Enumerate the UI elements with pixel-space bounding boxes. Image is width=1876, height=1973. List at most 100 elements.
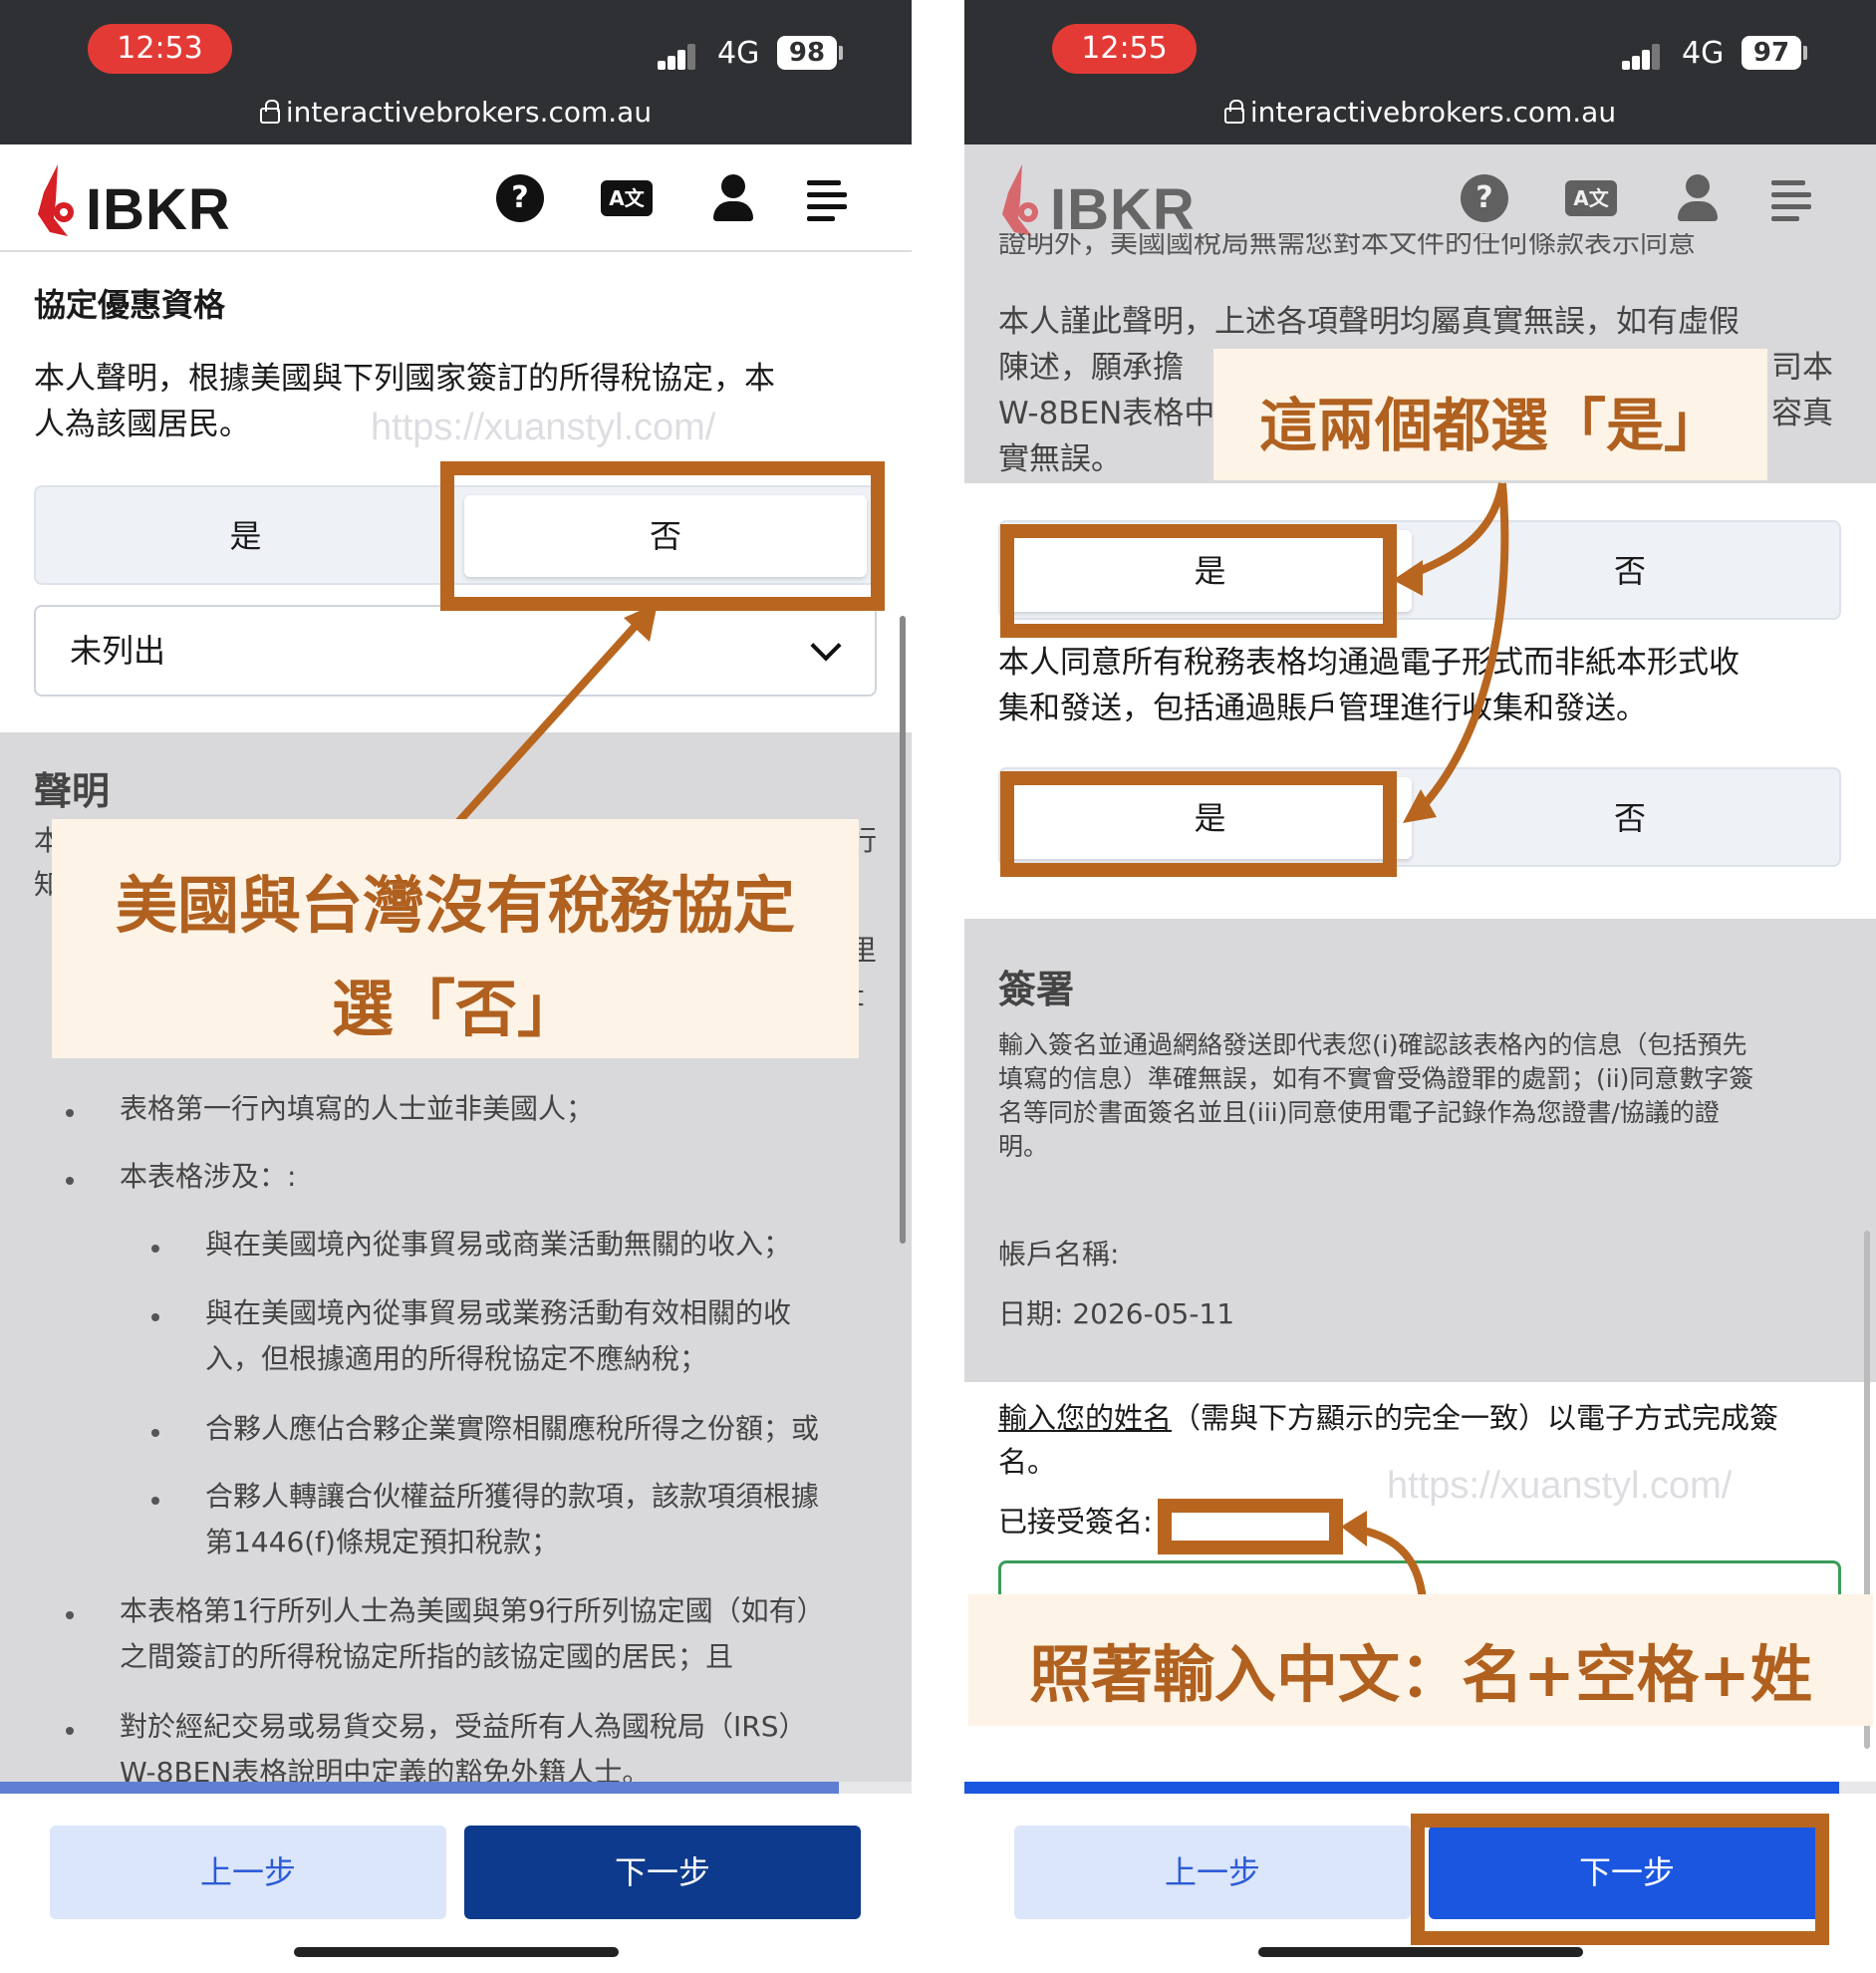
status-bar: 12:55 4G 97 interactivebrokers.com.au [964,0,1876,144]
arrow-icon [455,603,658,825]
arrow-icon [1393,482,1509,823]
treaty-yes-button[interactable]: 是 [44,495,447,577]
highlight-frame [440,461,885,611]
country-select-value: 未列出 [70,632,166,670]
consent-line2: 集和發送，包括通過賬戶管理進行收集和發送。 [998,691,1647,726]
highlight-frame [1158,1499,1343,1554]
declaration-bullet: 與在美國境內從事貿易或業務活動有效相關的收 [205,1296,792,1329]
bottom-nav: 上一步 下一步 [0,1794,912,1973]
battery-icon [1803,46,1807,60]
bullet-dot [151,1245,159,1253]
logo-text: IBKR [86,177,231,242]
app-header: IBKR ? A文 [0,144,912,252]
network-type: 4G [717,36,760,71]
battery-level: 98 [777,36,837,70]
annotation-callout-top: 這兩個都選「是」 [1213,349,1767,480]
right-screenshot: 12:55 4G 97 interactivebrokers.com.au IB… [964,0,1876,1973]
signature-title: 簽署 [998,968,1075,1011]
status-time: 12:53 [88,24,232,74]
progress-bar [0,1782,912,1794]
annotation-line1: 美國與台灣沒有稅務協定 [115,869,795,942]
home-indicator [294,1947,619,1957]
accepted-signature-label: 已接受簽名: [998,1505,1153,1539]
bullet-dot [151,1497,159,1505]
user-icon[interactable] [709,174,757,222]
home-indicator [1258,1947,1583,1957]
signal-icon [1622,42,1662,70]
status-bar: 12:53 4G 98 interactivebrokers.com.au [0,0,912,144]
url-bar[interactable]: interactivebrokers.com.au [964,96,1876,129]
declaration-bullet: 第1446(f)條規定預扣稅款； [205,1526,559,1558]
lock-icon [259,100,280,124]
instruction-line2: 名。 [998,1445,1057,1479]
highlight-frame [1000,771,1397,877]
signature-instruction: 輸入您的姓名（需與下方顯示的完全一致）以電子方式完成簽 [998,1395,1778,1441]
declaration-bullet: 入，但根據適用的所得稅協定不應納稅； [205,1342,708,1375]
progress-fill [0,1782,839,1794]
app-header: IBKR ? A文 [964,144,1876,244]
enter-name-link[interactable]: 輸入您的姓名 [998,1401,1172,1435]
date-label: 日期: 2026-05-11 [998,1297,1235,1330]
annotation-callout-bottom: 照著輸入中文：名+空格+姓 [968,1594,1873,1726]
bullet-dot [66,1109,74,1117]
user-icon[interactable] [1674,174,1722,222]
signature-desc: 明。 [998,1132,1049,1161]
declaration-bullet: 本表格涉及：: [120,1160,297,1193]
declaration-bullet: 之間簽訂的所得稅協定所指的該協定國的居民；且 [120,1640,734,1673]
declaration-bullet: 對於經紀交易或易貨交易，受益所有人為國稅局（IRS） [120,1710,807,1743]
annotation-top-text: 這兩個都選「是」 [1258,392,1722,459]
watermark: https://xuanstyl.com/ [1387,1465,1733,1507]
declaration-bullet: 合夥人轉讓合伙權益所獲得的款項，該款項須根據 [205,1480,820,1513]
menu-icon[interactable] [1771,174,1819,222]
bullet-dot [151,1429,159,1437]
annotation-callout: 美國與台灣沒有稅務協定 選「否」 [52,819,859,1058]
signature-desc: 填寫的信息）準確無誤，如有不實會受偽證罪的處罰；(ii)同意數字簽 [998,1064,1754,1093]
declaration-bullet: 本表格第1行所列人士為美國與第9行所列協定國（如有） [120,1594,825,1627]
bullet-dot [66,1177,74,1185]
ibkr-flame-icon [1002,164,1038,236]
arrow-icon [1341,1511,1427,1600]
declaration-bullet: 合夥人應佔合夥企業實際相關應稅所得之份額；或 [205,1412,820,1445]
bullet-dot [66,1727,74,1735]
certify-line1: 本人謹此聲明，上述各項聲明均屬真實無誤，如有虛假 [998,304,1740,340]
prev-button[interactable]: 上一步 [50,1826,446,1919]
treaty-text-line2: 人為該國居民。 [34,407,250,442]
translate-icon[interactable]: A文 [601,180,653,216]
highlight-frame [1000,524,1397,638]
certify-line3-end: 容真 [1771,396,1833,431]
bullet-dot [66,1611,74,1619]
progress-bar [964,1782,1876,1794]
signal-icon [658,42,697,70]
annotation-bottom-text: 照著輸入中文：名+空格+姓 [1029,1638,1812,1711]
instruction-text: （需與下方顯示的完全一致）以電子方式完成簽 [1172,1401,1779,1435]
ibkr-flame-icon [38,164,74,236]
battery-icon [839,46,843,60]
declaration-bullet: 與在美國境內從事貿易或商業活動無關的收入； [205,1228,792,1261]
declaration-bullet: 表格第一行內填寫的人士並非美國人； [120,1092,595,1125]
network-type: 4G [1682,36,1725,71]
next-button[interactable]: 下一步 [464,1826,861,1919]
translate-icon[interactable]: A文 [1565,180,1617,216]
bullet-dot [151,1313,159,1321]
progress-fill [964,1782,1840,1794]
highlight-frame [1411,1814,1829,1945]
treaty-title: 協定優惠資格 [34,286,226,324]
account-name-label: 帳戶名稱: [998,1238,1120,1270]
certify-line4: 實無誤。 [998,441,1122,477]
menu-icon[interactable] [807,174,855,222]
signature-section: 簽署 輸入簽名並通過網絡發送即代表您(i)確認該表格內的信息（包括預先 填寫的信… [964,919,1876,1382]
url-text: interactivebrokers.com.au [285,96,653,129]
declaration-title: 聲明 [34,769,111,813]
scrollbar[interactable] [900,616,906,1244]
certify-line2-end: 司本 [1771,350,1833,386]
url-bar[interactable]: interactivebrokers.com.au [0,96,912,129]
prev-button[interactable]: 上一步 [1014,1826,1411,1919]
battery-level: 97 [1742,36,1801,70]
status-time: 12:55 [1052,24,1197,74]
help-icon[interactable]: ? [1461,174,1508,222]
help-icon[interactable]: ? [496,174,544,222]
annotation-line2: 選「否」 [331,973,579,1045]
certify-line3: W-8BEN表格中 [998,396,1215,431]
cut-off-text: 證明外，美國國稅局無需您對本文件的任何條款表示同意 [998,233,1697,257]
lock-icon [1223,100,1244,124]
